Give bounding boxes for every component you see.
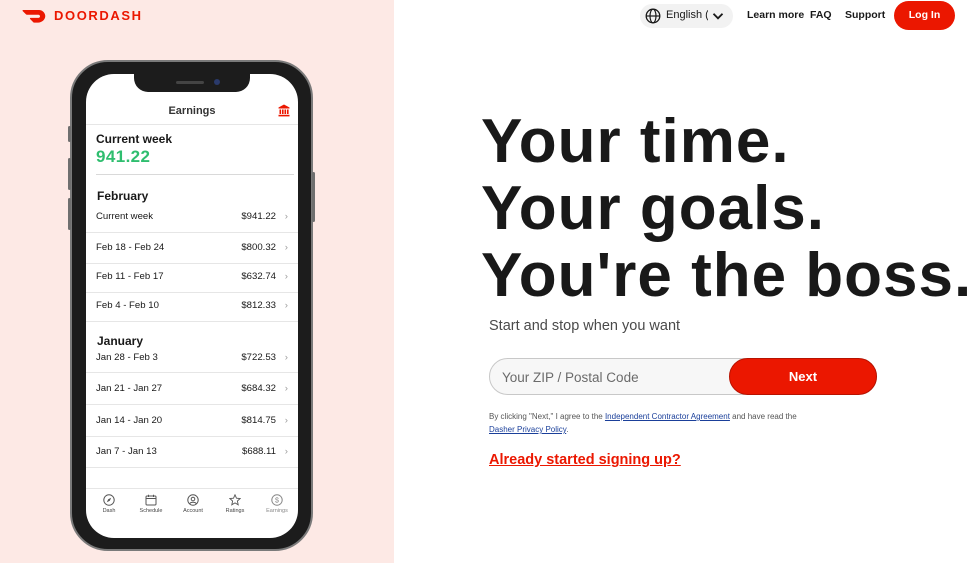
- zip-input[interactable]: [502, 365, 722, 389]
- star-icon: [229, 494, 241, 506]
- month-header: January: [97, 334, 144, 348]
- language-label: English (US): [666, 9, 708, 21]
- earnings-row[interactable]: Feb 4 - Feb 10 $812.33 ›: [96, 300, 288, 314]
- language-selector[interactable]: English (US): [640, 4, 733, 28]
- learn-more-link[interactable]: Learn more: [747, 9, 804, 21]
- earnings-row-value: $688.11: [242, 446, 276, 457]
- app-header: Earnings: [86, 100, 298, 122]
- phone-mockup: Earnings Current week 941.22 February Cu…: [68, 60, 315, 551]
- earnings-row[interactable]: Jan 7 - Jan 13 $688.11 ›: [96, 446, 288, 460]
- earnings-row[interactable]: Jan 28 - Feb 3 $722.53 ›: [96, 352, 288, 366]
- tab-label: Dash: [102, 508, 116, 514]
- login-button[interactable]: Log In: [894, 1, 955, 30]
- chevron-right-icon: ›: [284, 211, 288, 222]
- hero-subtitle: Start and stop when you want: [489, 318, 681, 334]
- legal-middle: and have read the: [729, 412, 797, 421]
- hero-headline: Your time. Your goals. You're the boss.: [481, 108, 972, 309]
- already-signing-up-link[interactable]: Already started signing up?: [489, 452, 681, 468]
- tab-label: Account: [183, 508, 203, 514]
- earnings-row-value: $812.33: [241, 300, 276, 311]
- compass-icon: [103, 494, 115, 506]
- earnings-row-value: $800.32: [241, 242, 276, 253]
- phone-side-button: [68, 126, 71, 142]
- tab-label: Schedule: [139, 508, 163, 514]
- chevron-down-icon: [712, 13, 724, 20]
- privacy-policy-link[interactable]: Dasher Privacy Policy: [489, 425, 566, 434]
- hero-line: Your time.: [481, 107, 790, 176]
- app-title: Earnings: [168, 105, 216, 117]
- phone-side-button: [312, 172, 315, 222]
- earnings-row-label: Current week: [96, 211, 154, 222]
- account-icon: [187, 494, 199, 506]
- doordash-dash-icon: [22, 9, 46, 23]
- chevron-right-icon: ›: [284, 300, 288, 311]
- earnings-row-label: Jan 21 - Jan 27: [96, 383, 163, 394]
- chevron-right-icon: ›: [284, 446, 288, 457]
- earnings-row-label: Feb 11 - Feb 17: [96, 271, 164, 282]
- phone-side-button: [68, 158, 71, 190]
- promo-panel: DOORDASH Earnings Current week 941.22 Fe…: [0, 0, 394, 563]
- chevron-right-icon: ›: [284, 415, 288, 426]
- month-header: February: [97, 189, 149, 203]
- earnings-row-label: Jan 7 - Jan 13: [96, 446, 157, 457]
- earnings-row[interactable]: Feb 11 - Feb 17 $632.74 ›: [96, 271, 288, 285]
- legal-prefix: By clicking "Next," I agree to the: [489, 412, 605, 421]
- brand-name: DOORDASH: [54, 8, 143, 23]
- hero-line: Your goals.: [481, 174, 826, 243]
- earnings-row-label: Jan 14 - Jan 20: [96, 415, 163, 426]
- chevron-right-icon: ›: [284, 271, 288, 282]
- tab-account[interactable]: Account: [172, 494, 214, 514]
- legal-text: By clicking "Next," I agree to the Indep…: [489, 410, 799, 436]
- earnings-row-value: $632.74: [241, 271, 276, 282]
- support-link[interactable]: Support: [845, 9, 885, 21]
- tab-label: Ratings: [225, 508, 245, 514]
- calendar-icon: [145, 494, 157, 506]
- tab-label: Earnings: [266, 508, 288, 514]
- phone-screen: Earnings Current week 941.22 February Cu…: [86, 74, 298, 538]
- current-week-label: Current week: [96, 132, 173, 146]
- earnings-row[interactable]: Jan 21 - Jan 27 $684.32 ›: [96, 383, 288, 397]
- chevron-right-icon: ›: [284, 383, 288, 394]
- earnings-row[interactable]: Jan 14 - Jan 20 $814.75 ›: [96, 415, 288, 429]
- bank-icon[interactable]: [278, 104, 290, 117]
- phone-side-button: [68, 198, 71, 230]
- legal-suffix: .: [566, 425, 569, 434]
- chevron-right-icon: ›: [284, 242, 288, 253]
- contractor-agreement-link[interactable]: Independent Contractor Agreement: [605, 412, 730, 421]
- tab-ratings[interactable]: Ratings: [214, 494, 256, 514]
- dollar-icon: $: [271, 494, 283, 506]
- earnings-row-value: $941.22: [241, 211, 276, 222]
- doordash-logo[interactable]: DOORDASH: [22, 8, 143, 23]
- hero-line: You're the boss.: [481, 241, 973, 310]
- earnings-row-value: $814.75: [241, 415, 276, 426]
- earnings-row[interactable]: Current week $941.22 ›: [96, 211, 288, 225]
- chevron-right-icon: ›: [284, 352, 288, 363]
- next-button[interactable]: Next: [729, 358, 877, 395]
- phone-notch: [134, 74, 250, 92]
- earnings-row-value: $684.32: [241, 383, 276, 394]
- tab-dash[interactable]: Dash: [88, 494, 130, 514]
- current-week-amount: 941.22: [96, 147, 151, 166]
- tab-earnings[interactable]: $ Earnings: [256, 494, 298, 514]
- earnings-row-label: Feb 4 - Feb 10: [96, 300, 159, 311]
- svg-text:$: $: [275, 498, 279, 505]
- tab-schedule[interactable]: Schedule: [130, 494, 172, 514]
- earnings-row-value: $722.53: [241, 352, 276, 363]
- faq-link[interactable]: FAQ: [810, 9, 832, 21]
- earnings-row-label: Feb 18 - Feb 24: [96, 242, 165, 253]
- earnings-row[interactable]: Feb 18 - Feb 24 $800.32 ›: [96, 242, 288, 256]
- globe-icon: [645, 8, 661, 24]
- earnings-row-label: Jan 28 - Feb 3: [96, 352, 158, 363]
